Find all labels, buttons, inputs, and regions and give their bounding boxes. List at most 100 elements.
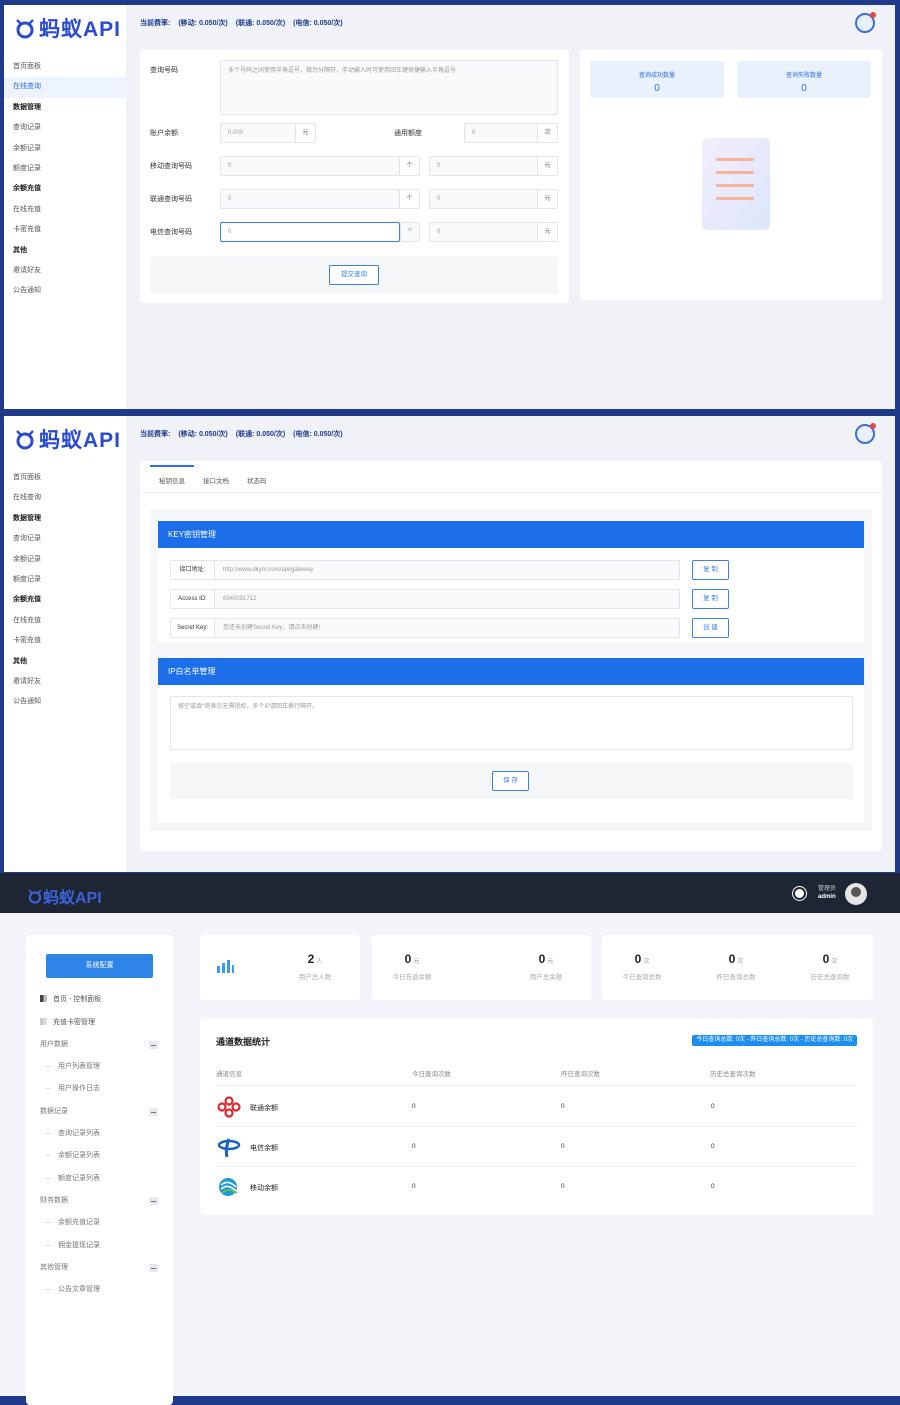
api-url-field: 接口地址: http://www.dkym.com/api/gateway	[170, 560, 680, 580]
sidebar-group-recharge: 余额充值	[13, 596, 41, 604]
admin-menu-query-list[interactable]: 查询记录列表	[26, 1126, 173, 1142]
system-config-button[interactable]: 系统配置	[46, 954, 153, 978]
yesterday-query-stat: 0次 昨日查询总数	[716, 952, 756, 981]
tab-api-docs[interactable]: 接口文档	[194, 461, 238, 491]
sidebar-group-other: 其他	[13, 246, 27, 254]
ant-logo-icon	[16, 430, 34, 450]
submit-query-button[interactable]: 提交查询	[329, 265, 379, 285]
sidebar-item-balance-log[interactable]: 余额记录	[4, 550, 126, 570]
admin-group-finance[interactable]: 财务数据	[26, 1193, 173, 1209]
copy-url-button[interactable]: 复 制	[692, 560, 729, 580]
user-avatar-icon[interactable]	[855, 423, 876, 444]
telecom-cost-input: 0元	[429, 222, 558, 242]
fail-count-box: 查询失败数量 0	[737, 61, 871, 98]
sidebar-item-online-query[interactable]: 在线查询	[4, 488, 126, 508]
logo: 蚂蚁API	[14, 426, 121, 452]
table-title: 通道数据统计	[216, 1037, 271, 1047]
collapse-icon[interactable]	[149, 1041, 158, 1049]
admin-dashboard: 蚂蚁API 管理员 admin 系统配置 首页 - 控制面板 充值卡密管理 用户数…	[0, 873, 900, 1405]
admin-group-data[interactable]: 数据记录	[26, 1104, 173, 1120]
mobile-count-label: 移动查询号码	[150, 163, 192, 170]
ant-logo-icon	[16, 19, 34, 39]
general-quota-label: 通用额度	[394, 130, 422, 137]
sidebar-menu: 首页面板 在线查询 数据管理 查询记录 余额记录 额度记录 余额充值 在线充值 …	[4, 57, 126, 302]
collapse-icon[interactable]	[149, 1264, 158, 1272]
sidebar-menu: 首页面板 在线查询 数据管理 查询记录 余额记录 额度记录 余额充值 在线充值 …	[4, 468, 126, 713]
tab-divider	[140, 492, 882, 493]
copy-id-button[interactable]: 复 制	[692, 589, 729, 609]
sidebar-item-online-query[interactable]: 在线查询	[4, 77, 126, 98]
sidebar-item-quota-log[interactable]: 额度记录	[4, 570, 126, 590]
sidebar-item-invite[interactable]: 邀请好友	[4, 261, 126, 281]
card-icon	[40, 1018, 47, 1025]
sidebar-item-home[interactable]: 首页面板	[4, 57, 126, 77]
summary-badge: 今日查询总数: 0次 - 昨日查询总数: 0次 - 历史总查询数: 0次	[692, 1035, 857, 1046]
sidebar-item-card-recharge[interactable]: 卡密充值	[4, 220, 126, 240]
sidebar-item-quota-log[interactable]: 额度记录	[4, 159, 126, 179]
theme-toggle-icon[interactable]	[795, 889, 804, 898]
mobile-count-input[interactable]: 0个	[220, 156, 420, 176]
ip-whitelist-textarea[interactable]: 留空或填*则表示无需授权，多个IP请回车换行隔开。	[170, 696, 853, 750]
admin-sidebar: 系统配置 首页 - 控制面板 充值卡密管理 用户数据 用户列表管理 用户操作日志…	[26, 935, 173, 1405]
sidebar-item-online-recharge[interactable]: 在线充值	[4, 611, 126, 631]
admin-user-label: 管理员 admin	[818, 886, 837, 900]
admin-menu-balance-list[interactable]: 余额记录列表	[26, 1148, 173, 1164]
sidebar-item-query-log[interactable]: 查询记录	[4, 529, 126, 549]
api-content: KEY密钥管理 接口地址: http://www.dkym.com/api/gat…	[150, 509, 872, 831]
telecom-count-input[interactable]: 0	[220, 222, 400, 242]
sidebar-item-notice[interactable]: 公告通知	[4, 281, 126, 301]
sidebar-group-recharge: 余额充值	[13, 185, 41, 193]
sidebar-item-invite[interactable]: 邀请好友	[4, 672, 126, 692]
admin-menu-quota-list[interactable]: 额度记录列表	[26, 1171, 173, 1187]
table-header: 今日查询次数	[412, 1071, 451, 1078]
document-illustration-icon	[702, 138, 770, 230]
secret-key-field: Secret Key: 您还未创建Secret Key，请点击创建!	[170, 618, 680, 638]
phone-label: 查询号码	[150, 67, 178, 74]
collapse-icon[interactable]	[149, 1108, 158, 1116]
telecom-arrow-addon: 个	[400, 222, 420, 242]
user-avatar-icon[interactable]	[855, 12, 876, 33]
table-row: 电信余额 0 0 0	[216, 1127, 856, 1167]
save-whitelist-button[interactable]: 保 存	[492, 771, 529, 791]
admin-menu-card[interactable]: 充值卡密管理	[26, 1015, 173, 1031]
ip-section-body: 留空或填*则表示无需授权，多个IP请回车换行隔开。 保 存	[158, 685, 864, 823]
admin-menu-user-list[interactable]: 用户列表管理	[26, 1059, 173, 1075]
sidebar-item-query-log[interactable]: 查询记录	[4, 118, 126, 138]
sidebar-item-online-recharge[interactable]: 在线充值	[4, 200, 126, 220]
admin-group-user[interactable]: 用户数据	[26, 1037, 173, 1053]
query-stats-card: 查询成功数量 0 查询失败数量 0	[580, 50, 882, 300]
create-secret-button[interactable]: 创 建	[692, 618, 729, 638]
sidebar-item-card-recharge[interactable]: 卡密充值	[4, 631, 126, 651]
china-telecom-icon	[217, 1138, 241, 1158]
sidebar-item-notice[interactable]: 公告通知	[4, 692, 126, 712]
collapse-icon[interactable]	[149, 1197, 158, 1205]
admin-menu-home[interactable]: 首页 - 控制面板	[26, 992, 173, 1008]
sidebar-item-home[interactable]: 首页面板	[4, 468, 126, 488]
admin-menu-article[interactable]: 公告文章管理	[26, 1282, 173, 1298]
api-key-page: 蚂蚁API 首页面板 在线查询 数据管理 查询记录 余额记录 额度记录 余额充值…	[4, 416, 895, 872]
balance-label: 账户余额	[150, 130, 178, 137]
admin-menu-withdraw[interactable]: 佣金提现记录	[26, 1238, 173, 1254]
admin-menu-recharge[interactable]: 余额充值记录	[26, 1215, 173, 1231]
table-row: 移动余额 0 0 0	[216, 1167, 856, 1207]
tab-key-info[interactable]: 秘钥信息	[150, 461, 194, 491]
admin-menu-user-log[interactable]: 用户操作日志	[26, 1081, 173, 1097]
rate-info: 当前费率: (移动: 0.050/次) (联通: 0.050/次) (电信: 0.05…	[140, 20, 343, 27]
ip-section-header: IP白名单管理	[158, 658, 864, 685]
access-id-field: Access ID: 6540091712	[170, 589, 680, 609]
key-section-body: 接口地址: http://www.dkym.com/api/gateway 复 制…	[158, 548, 864, 643]
tab-status-codes[interactable]: 状态码	[238, 461, 276, 491]
sidebar-group-data: 数据管理	[13, 103, 41, 111]
today-query-stat: 0次 今日查询总数	[622, 952, 662, 981]
save-bar: 保 存	[170, 763, 853, 799]
mobile-cost-input: 0元	[429, 156, 558, 176]
admin-group-other[interactable]: 其他管理	[26, 1260, 173, 1276]
sidebar-item-balance-log[interactable]: 余额记录	[4, 139, 126, 159]
admin-avatar[interactable]	[845, 883, 867, 905]
query-form-card: 查询号码 多个号码之间使用半角逗号，做为分隔符，手动输入时可使用回车键快捷输入半…	[140, 50, 569, 303]
unicom-count-input[interactable]: 0个	[220, 189, 420, 209]
phone-textarea[interactable]: 多个号码之间使用半角逗号，做为分隔符，手动输入时可使用回车键快捷输入半角逗号	[220, 60, 558, 115]
telecom-count-label: 电信查询号码	[150, 229, 192, 236]
users-stat-card: 2人 用户总人数	[200, 935, 360, 1000]
china-unicom-icon	[217, 1096, 241, 1118]
